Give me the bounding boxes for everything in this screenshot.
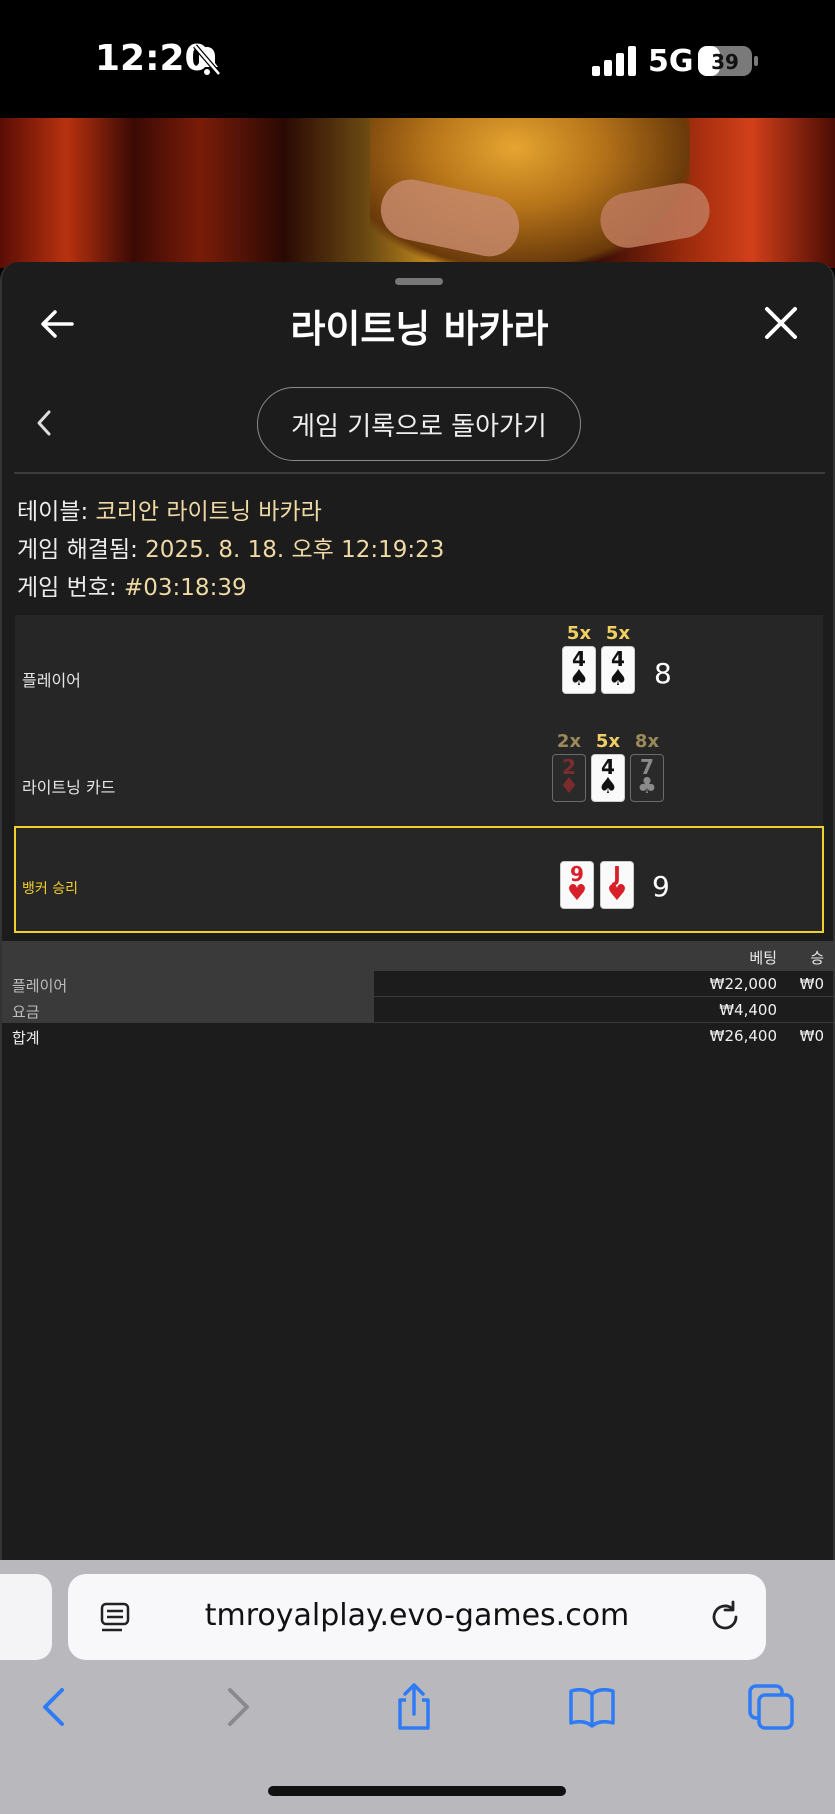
bet-name: 합계 bbox=[12, 1029, 40, 1047]
home-indicator[interactable] bbox=[268, 1786, 566, 1796]
banker-card-1: 9 ♥ bbox=[560, 861, 594, 909]
bet-column-header: 베팅 bbox=[749, 949, 777, 967]
banker-win-label: 뱅커 승리 bbox=[22, 881, 78, 897]
status-bar: 12:20 5G 39 bbox=[0, 0, 835, 118]
table-info: 테이블: 코리안 라이트닝 바카라 bbox=[17, 492, 322, 526]
banker-row-highlight bbox=[14, 826, 824, 933]
bell-muted-icon bbox=[193, 44, 221, 76]
player-label: 플레이어 bbox=[22, 671, 81, 690]
screen: { "status_bar": { "time": "12:20", "netw… bbox=[0, 0, 835, 1814]
browser-back-icon[interactable] bbox=[30, 1682, 80, 1732]
banker-score: 9 bbox=[652, 870, 670, 903]
chevron-left-icon[interactable] bbox=[34, 408, 54, 438]
network-type: 5G bbox=[648, 44, 694, 79]
lightning-card-3-multiplier: 8x bbox=[634, 731, 660, 752]
player-score: 8 bbox=[654, 657, 672, 690]
browser-forward-icon[interactable] bbox=[212, 1682, 262, 1732]
lightning-card-1-multiplier: 2x bbox=[556, 731, 582, 752]
card-suit: ♠ bbox=[608, 666, 628, 691]
card-suit: ♦ bbox=[559, 774, 579, 799]
page-title: 라이트닝 바카라 bbox=[290, 307, 549, 351]
results-area: 플레이어 5x 5x 4 ♠ 4 ♠ 8 라이트닝 카드 2x 5x 8x 2 … bbox=[14, 615, 824, 933]
win-amount: ₩0 bbox=[799, 1027, 824, 1045]
bet-name: 요금 bbox=[2, 997, 374, 1022]
bookmarks-icon[interactable] bbox=[567, 1682, 617, 1732]
card-suit: ♠ bbox=[598, 774, 618, 799]
win-amount: ₩0 bbox=[799, 975, 824, 993]
browser-chrome: tmroyalplay.evo-games.com bbox=[0, 1560, 835, 1814]
lightning-card-1: 2 ♦ bbox=[552, 754, 586, 802]
bet-amount: ₩22,000 bbox=[709, 975, 777, 993]
card-suit: ♥ bbox=[567, 881, 587, 906]
history-panel: 라이트닝 바카라 게임 기록으로 돌아가기 테이블: 코리안 라이트닝 바카라 … bbox=[0, 262, 835, 1562]
lightning-card-2-multiplier: 5x bbox=[595, 731, 621, 752]
url-text[interactable]: tmroyalplay.evo-games.com bbox=[68, 1598, 766, 1633]
close-icon[interactable] bbox=[764, 306, 798, 340]
card-suit: ♣ bbox=[637, 774, 657, 799]
resolved-info: 게임 해결됨: 2025. 8. 18. 오후 12:19:23 bbox=[17, 530, 444, 564]
lightning-card-3: 7 ♣ bbox=[630, 754, 664, 802]
battery-icon: 39 bbox=[698, 46, 758, 76]
signal-icon bbox=[592, 46, 636, 76]
previous-tab-stub[interactable] bbox=[0, 1574, 52, 1660]
bets-table: 베팅 승 플레이어 ₩22,000 ₩0 요금 ₩4,400 합계 ₩26,40… bbox=[2, 941, 835, 1049]
divider bbox=[14, 472, 825, 474]
lightning-label: 라이트닝 카드 bbox=[22, 778, 116, 797]
table-row-total: 합계 ₩26,400 ₩0 bbox=[2, 1023, 835, 1049]
player-card-1-multiplier: 5x bbox=[566, 623, 592, 644]
card-suit: ♥ bbox=[607, 881, 627, 906]
player-card-2-multiplier: 5x bbox=[605, 623, 631, 644]
card-suit: ♠ bbox=[569, 666, 589, 691]
game-number-info: 게임 번호: #03:18:39 bbox=[17, 568, 247, 602]
banker-card-2: J ♥ bbox=[600, 861, 634, 909]
player-card-2: 4 ♠ bbox=[601, 646, 635, 694]
address-bar[interactable]: tmroyalplay.evo-games.com bbox=[68, 1574, 766, 1660]
bets-header: 베팅 승 bbox=[2, 941, 835, 971]
sheet-grabber[interactable] bbox=[395, 278, 443, 285]
game-number-value: #03:18:39 bbox=[124, 575, 247, 601]
share-icon[interactable] bbox=[389, 1682, 439, 1732]
live-video bbox=[0, 118, 835, 268]
lightning-card-2: 4 ♠ bbox=[591, 754, 625, 802]
reload-icon[interactable] bbox=[708, 1600, 742, 1634]
win-column-header: 승 bbox=[810, 949, 824, 967]
game-number-label: 게임 번호: bbox=[17, 575, 125, 601]
bet-name: 플레이어 bbox=[2, 971, 374, 996]
tabs-icon[interactable] bbox=[746, 1682, 796, 1732]
bet-amount: ₩26,400 bbox=[709, 1027, 777, 1045]
player-row bbox=[15, 615, 823, 723]
table-label: 테이블: bbox=[17, 499, 96, 525]
table-row: 요금 ₩4,400 bbox=[2, 997, 835, 1023]
resolved-label: 게임 해결됨: bbox=[17, 537, 146, 563]
back-to-history-button[interactable]: 게임 기록으로 돌아가기 bbox=[257, 387, 581, 461]
table-row: 플레이어 ₩22,000 ₩0 bbox=[2, 971, 835, 997]
bet-amount: ₩4,400 bbox=[719, 1001, 777, 1019]
battery-level: 39 bbox=[711, 50, 739, 74]
resolved-value: 2025. 8. 18. 오후 12:19:23 bbox=[145, 537, 445, 563]
player-card-1: 4 ♠ bbox=[562, 646, 596, 694]
table-value: 코리안 라이트닝 바카라 bbox=[95, 499, 322, 525]
